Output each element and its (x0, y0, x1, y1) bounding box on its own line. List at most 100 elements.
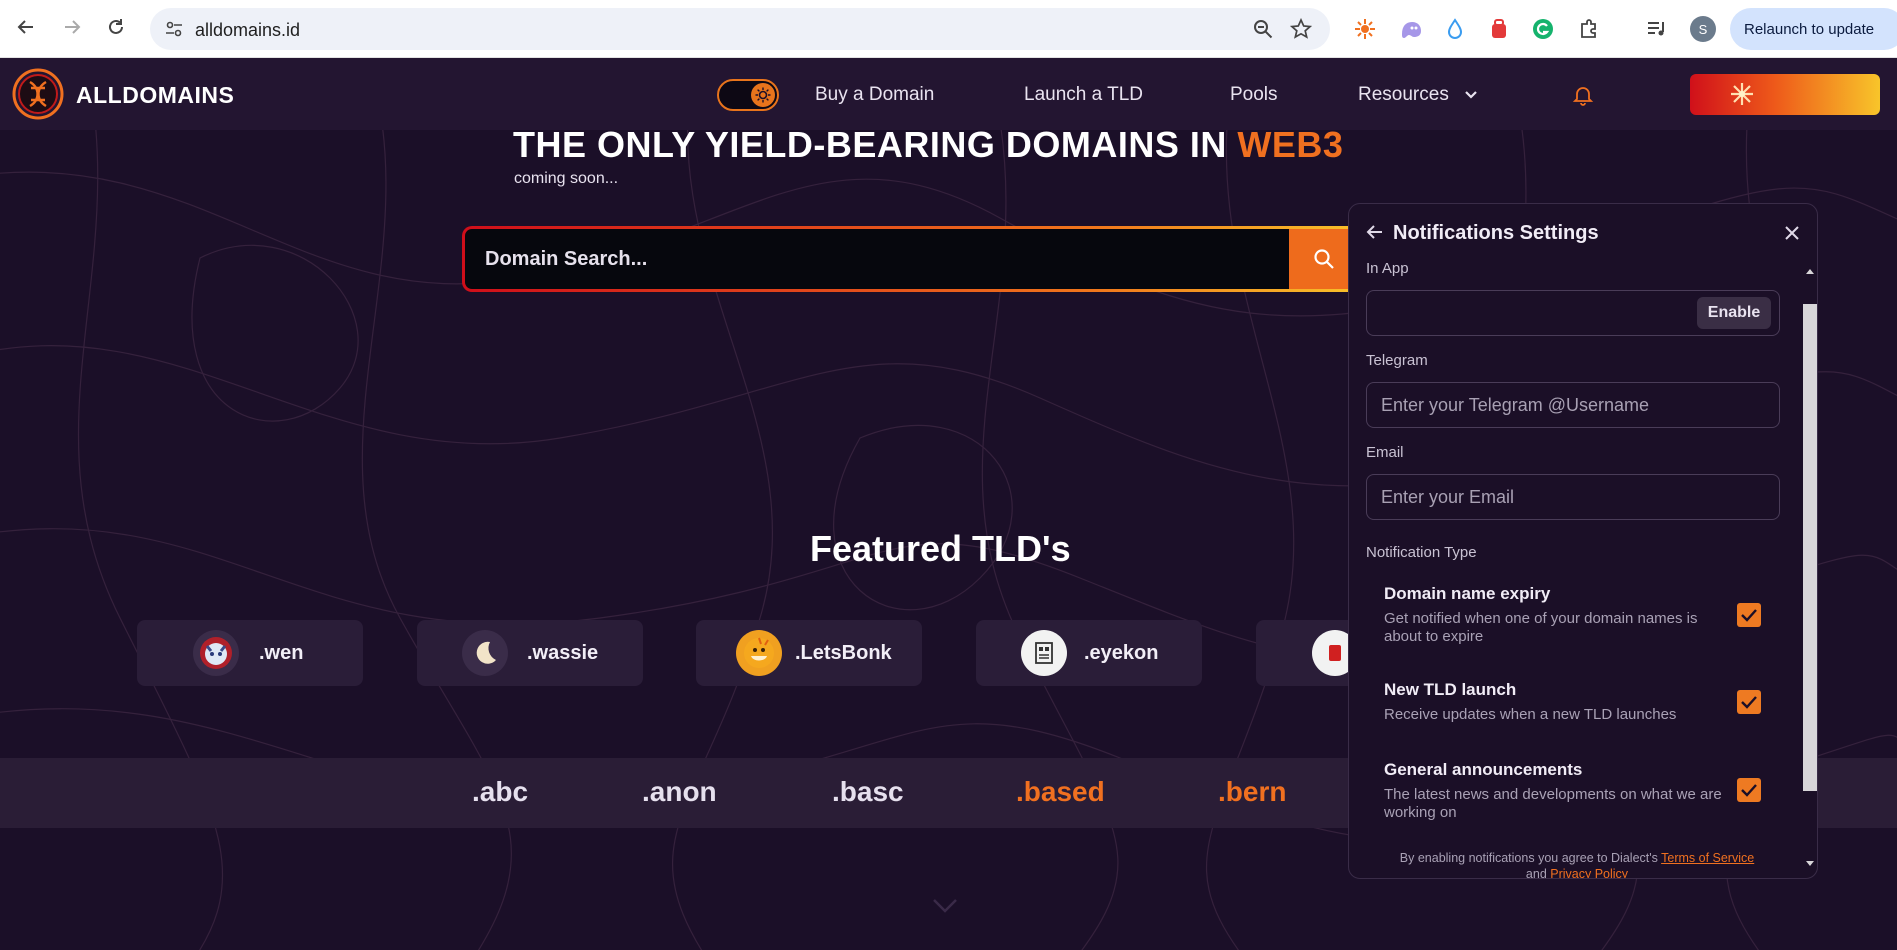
close-icon[interactable] (1783, 224, 1801, 242)
ntype-desc: Get notified when one of your domain nam… (1384, 610, 1698, 645)
ticker-item-highlight[interactable]: .bern (1218, 776, 1286, 808)
tld-card-eyekon[interactable]: .eyekon (976, 620, 1202, 686)
email-label: Email (1366, 444, 1404, 461)
scroll-down-chevron-icon[interactable] (930, 896, 960, 916)
panel-title: Notifications Settings (1393, 222, 1599, 244)
consent-prefix: By enabling notifications you agree to D… (1399, 851, 1662, 865)
reload-icon (109, 19, 123, 34)
extension-ghost-icon[interactable] (1398, 16, 1424, 42)
hero-subtitle: coming soon... (514, 170, 619, 187)
nav-launch-tld[interactable]: Launch a TLD (1024, 84, 1143, 106)
ntype-title: New TLD launch (1384, 680, 1517, 699)
profile-avatar[interactable]: S (1690, 16, 1716, 42)
ticker-item-highlight[interactable]: .based (1016, 776, 1105, 808)
ntype-desc: Receive updates when a new TLD launches (1384, 706, 1677, 723)
tld-card-wassie[interactable]: .wassie (417, 620, 643, 686)
privacy-link[interactable]: Privacy Policy (1550, 867, 1628, 878)
notification-type-label: Notification Type (1366, 544, 1477, 561)
in-app-label: In App (1366, 260, 1409, 277)
site-viewport: ALLDOMAINS Buy a Domain Launch a TLD Poo… (0, 58, 1897, 950)
nav-resources[interactable]: Resources (1358, 84, 1478, 106)
extension-grammarly-icon[interactable] (1530, 16, 1556, 42)
checkmark-icon (1741, 784, 1757, 797)
media-controls-icon[interactable] (1644, 16, 1670, 42)
tld-name: .LetsBonk (795, 642, 892, 664)
arrow-right-icon (65, 20, 81, 34)
domain-search-box (462, 226, 1362, 292)
email-field (1366, 474, 1780, 520)
scroll-down-arrow-icon[interactable] (1805, 860, 1815, 868)
reload-button[interactable] (102, 13, 130, 41)
tld-launch-checkbox[interactable] (1737, 690, 1761, 714)
extensions-puzzle-icon[interactable] (1576, 16, 1602, 42)
site-header: ALLDOMAINS Buy a Domain Launch a TLD Poo… (0, 58, 1897, 130)
back-button[interactable] (12, 13, 40, 41)
wassie-moon-icon (462, 630, 508, 676)
hero-title: THE ONLY YIELD-BEARING DOMAINS IN WEB3 (513, 124, 1343, 166)
forward-button[interactable] (58, 13, 86, 41)
eyekon-icon (1021, 630, 1067, 676)
enable-button[interactable]: Enable (1697, 297, 1771, 329)
scroll-up-arrow-icon[interactable] (1805, 267, 1815, 275)
wen-cat-icon (193, 630, 239, 676)
hero-title-main: THE ONLY YIELD-BEARING DOMAINS IN (513, 124, 1238, 165)
search-icon (1314, 249, 1334, 269)
tld-card-letsbonk[interactable]: .LetsBonk (696, 620, 922, 686)
browser-toolbar: alldomains.id S Relaunch to update (0, 0, 1897, 58)
extension-drop-icon[interactable] (1442, 16, 1468, 42)
panel-scrollbar-thumb[interactable] (1803, 304, 1817, 791)
ntype-title: Domain name expiry (1384, 584, 1551, 603)
nav-resources-label: Resources (1358, 84, 1449, 105)
ticker-item[interactable]: .basc (832, 776, 904, 808)
notification-type-tld-launch: New TLD launch Receive updates when a ne… (1384, 680, 1784, 724)
consent-note: By enabling notifications you agree to D… (1349, 850, 1805, 879)
tld-name: .eyekon (1084, 642, 1159, 664)
announcements-checkbox[interactable] (1737, 778, 1761, 802)
zoom-icon[interactable] (1252, 18, 1274, 40)
tld-name: .wen (259, 642, 304, 664)
logo-text[interactable]: ALLDOMAINS (76, 82, 234, 109)
relaunch-button[interactable]: Relaunch to update (1730, 8, 1897, 50)
spark-icon (1731, 83, 1753, 105)
bookmark-star-icon[interactable] (1290, 18, 1312, 40)
telegram-label: Telegram (1366, 352, 1428, 369)
terms-link[interactable]: Terms of Service (1661, 851, 1754, 865)
notifications-settings-panel: Notifications Settings In App Enable Tel… (1348, 203, 1818, 879)
checkmark-icon (1741, 696, 1757, 709)
alldomains-logo-icon[interactable] (12, 68, 64, 120)
featured-title: Featured TLD's (810, 528, 1071, 569)
telegram-input[interactable] (1367, 383, 1779, 427)
sun-icon (751, 83, 775, 107)
notification-type-announcements: General announcements The latest news an… (1384, 760, 1784, 822)
wallet-connect-button[interactable] (1690, 74, 1880, 115)
domain-search-inner (465, 229, 1359, 289)
expiry-checkbox[interactable] (1737, 603, 1761, 627)
site-info-icon[interactable] (164, 19, 184, 39)
checkmark-icon (1741, 609, 1757, 622)
bonk-dog-icon (736, 630, 782, 676)
tld-name: .wassie (527, 642, 599, 664)
extension-backpack-icon[interactable] (1486, 16, 1512, 42)
notification-type-expiry: Domain name expiry Get notified when one… (1384, 584, 1784, 646)
ticker-item[interactable]: .anon (642, 776, 717, 808)
tld-card-wen[interactable]: .wen (137, 620, 363, 686)
notification-bell-icon[interactable] (1572, 84, 1594, 106)
email-input[interactable] (1367, 475, 1779, 519)
extension-sun-icon[interactable] (1352, 16, 1378, 42)
in-app-field: Enable (1366, 290, 1780, 336)
telegram-field (1366, 382, 1780, 428)
chevron-down-icon (1465, 91, 1477, 99)
ntype-title: General announcements (1384, 760, 1583, 779)
hero-title-accent: WEB3 (1237, 124, 1344, 165)
ntype-desc: The latest news and developments on what… (1384, 786, 1722, 821)
back-arrow-icon[interactable] (1365, 222, 1385, 242)
arrow-left-icon (17, 20, 33, 34)
ticker-item[interactable]: .abc (472, 776, 528, 808)
theme-toggle[interactable] (717, 79, 779, 111)
consent-and: and (1525, 867, 1551, 879)
nav-pools[interactable]: Pools (1230, 84, 1278, 106)
nav-buy-domain[interactable]: Buy a Domain (815, 84, 934, 106)
domain-search-input[interactable] (465, 229, 1291, 289)
address-bar[interactable]: alldomains.id (150, 8, 1330, 50)
url-text: alldomains.id (195, 20, 301, 40)
